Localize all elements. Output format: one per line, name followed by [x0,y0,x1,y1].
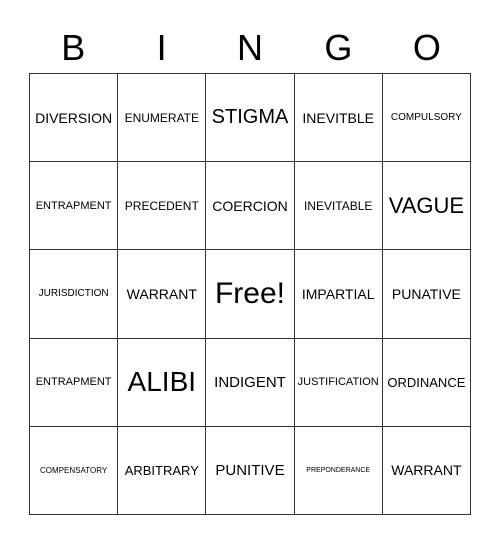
bingo-grid: DIVERSION ENUMERATE STIGMA INEVITBLE COM… [29,73,471,515]
bingo-cell: IMPARTIAL [294,250,383,339]
header-letter-o: O [412,27,441,68]
free-space-cell: Free! [206,250,295,339]
bingo-cell: ARBITRARY [118,426,207,515]
bingo-cell: VAGUE [382,162,471,251]
bingo-cell: PUNATIVE [382,250,471,339]
bingo-cell: COERCION [206,162,295,251]
bingo-cell: STIGMA [206,74,295,163]
bingo-cell: PRECEDENT [118,162,207,251]
header-letter-n: N [237,27,264,68]
bingo-cell: COMPULSORY [382,74,471,163]
bingo-cell: JURISDICTION [30,250,119,339]
bingo-header: B I N G O [29,26,471,70]
bingo-cell: COMPENSATORY [30,426,119,515]
bingo-cell: INEVITABLE [294,162,383,251]
bingo-cell: DIVERSION [30,74,119,163]
header-letter-b: B [61,27,86,68]
header-letter-i: I [156,27,167,68]
header-letter-g: G [324,27,353,68]
bingo-cell: ALIBI [118,338,207,427]
bingo-cell: WARRANT [382,426,471,515]
bingo-cell: PUNITIVE [206,426,295,515]
bingo-cell: INEVITBLE [294,74,383,163]
bingo-cell: INDIGENT [206,338,295,427]
bingo-cell: ORDINANCE [382,338,471,427]
bingo-cell: ENUMERATE [118,74,207,163]
bingo-cell: PREPONDERANCE [294,426,383,515]
bingo-cell: WARRANT [118,250,207,339]
bingo-cell: ENTRAPMENT [30,338,119,427]
bingo-cell: JUSTIFICATION [294,338,383,427]
bingo-cell: ENTRAPMENT [30,162,119,251]
